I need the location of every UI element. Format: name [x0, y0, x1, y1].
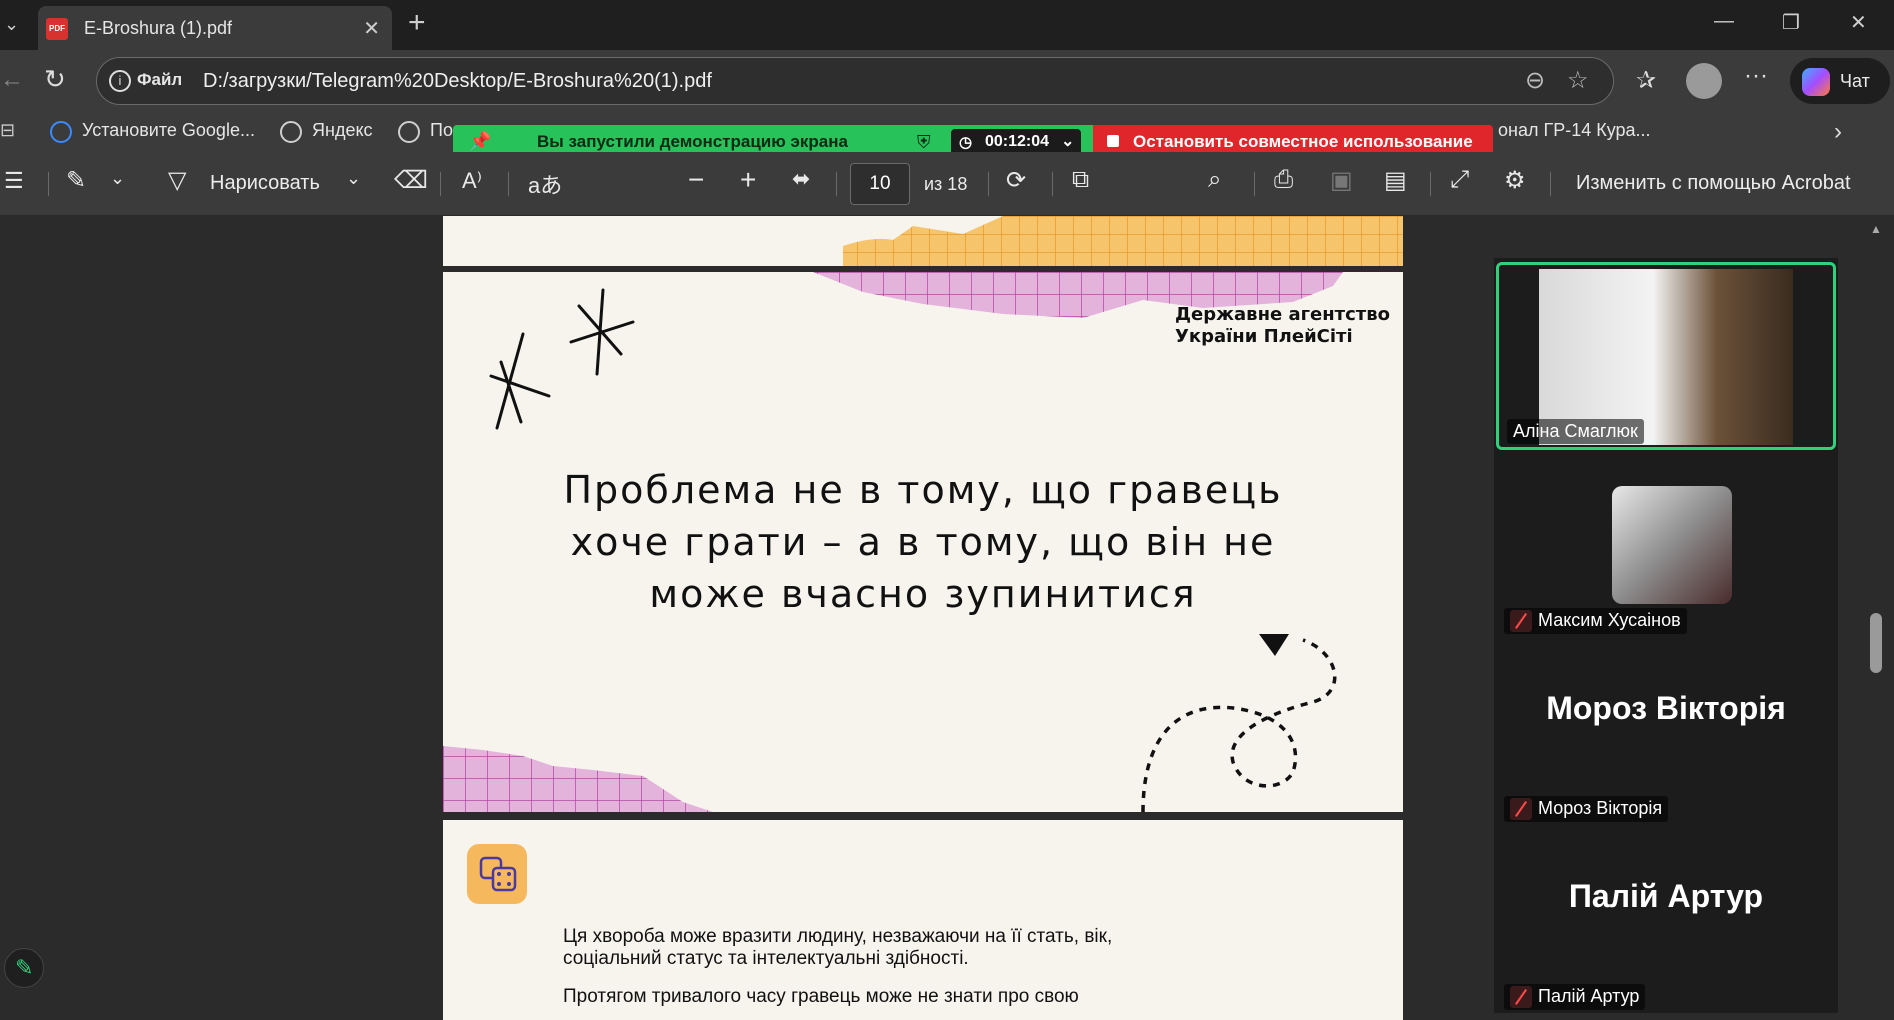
close-window-icon[interactable]: ✕ — [1850, 10, 1867, 35]
title-bar: ⌄ PDF E-Broshura (1).pdf ✕ + — ❐ ✕ — [0, 0, 1894, 50]
more-icon[interactable]: ··· — [1744, 62, 1768, 90]
address-bar[interactable]: i Файл D:/загрузки/Telegram%20Desktop/E-… — [96, 57, 1614, 105]
bookmark-journal[interactable]: онал ГР-14 Кура... — [1498, 120, 1651, 141]
share-message: Вы запустили демонстрацию экрана — [537, 132, 848, 151]
save-icon[interactable]: ▣ — [1330, 166, 1353, 195]
navigation-bar: ← ↻ i Файл D:/загрузки/Telegram%20Deskto… — [0, 50, 1894, 112]
pdf-page-next: Ця хвороба може вразити людину, незважаю… — [443, 820, 1403, 1020]
mic-off-icon — [1510, 610, 1532, 633]
eraser-icon[interactable]: ⌫ — [394, 166, 428, 195]
read-aloud-icon[interactable]: A⁾ — [462, 168, 482, 194]
scroll-up-icon[interactable]: ▲ — [1870, 222, 1882, 236]
fullscreen-icon[interactable]: ⤢ — [1450, 166, 1469, 194]
save-as-icon[interactable]: ▤ — [1384, 166, 1407, 195]
pen-icon: ✎ — [15, 955, 34, 980]
participant-tile[interactable]: Максим Хусаінов — [1496, 458, 1836, 638]
draw-icon[interactable]: ▽ — [168, 166, 186, 195]
participant-name-tag: Максим Хусаінов — [1504, 608, 1687, 635]
zoom-out-icon[interactable]: ⊖ — [1525, 66, 1545, 95]
edit-pen-button[interactable]: ✎ — [4, 948, 44, 988]
participant-name: Аліна Смаглюк — [1507, 419, 1644, 444]
pdf-page-previous — [443, 216, 1403, 266]
chevron-down-icon: ⌄ — [1061, 133, 1075, 150]
stop-icon — [1107, 135, 1119, 147]
pin-icon[interactable]: 📌 — [469, 131, 491, 152]
contents-icon[interactable]: ☰ — [4, 168, 24, 194]
pdf-toolbar: ☰ ✎ ⌄ ▽ Нарисовать ⌄ ⌫ A⁾ aあ − + ⬌ 10 из… — [0, 152, 1894, 216]
participant-display-name: Мороз Вікторія — [1546, 690, 1786, 726]
clock-icon: ◷ — [959, 134, 973, 151]
favorite-star-icon[interactable]: ☆ — [1567, 66, 1589, 95]
highlighter-icon[interactable]: ✎ — [66, 166, 86, 195]
copilot-icon — [1802, 68, 1830, 96]
page-total: из 18 — [924, 174, 968, 194]
scrollbar-thumb[interactable] — [1870, 613, 1882, 673]
pdf-page-current: Державне агентство України ПлейСіті Проб… — [443, 272, 1403, 812]
draw-button[interactable]: Нарисовать — [210, 172, 320, 195]
participant-tile-active[interactable]: Аліна Смаглюк — [1496, 262, 1836, 450]
star-decoration — [489, 288, 635, 430]
bookmark-yandex[interactable]: Яндекс — [312, 120, 373, 141]
quote-text: Проблема не в тому, що гравець хоче грат… — [563, 468, 1283, 616]
globe-icon — [280, 121, 302, 143]
participant-name-tag: Палій Артур — [1504, 984, 1646, 1011]
refresh-icon[interactable]: ↻ — [44, 64, 66, 95]
tab-pdf[interactable]: PDF E-Broshura (1).pdf ✕ — [38, 6, 392, 50]
mic-off-icon — [1510, 986, 1532, 1009]
shield-check-icon: ⛨ — [917, 132, 931, 152]
mic-off-icon — [1510, 798, 1532, 821]
file-label: Файл — [137, 70, 183, 89]
agency-name: Державне агентство України ПлейСіті — [1175, 304, 1390, 347]
participant-display-name: Палій Артур — [1568, 878, 1764, 914]
page-view-icon[interactable]: ⧉ — [1072, 166, 1089, 194]
video-call-panel: Аліна Смаглюк Максим Хусаінов Мороз Вікт… — [1494, 258, 1838, 1013]
zoom-in-button[interactable]: + — [740, 164, 756, 196]
edit-acrobat-button[interactable]: Изменить с помощью Acrobat — [1576, 172, 1851, 195]
timer-value: 00:12:04 — [985, 133, 1050, 150]
print-icon[interactable]: ⎙ — [1274, 166, 1293, 194]
back-icon[interactable]: ← — [0, 66, 24, 94]
fit-width-icon[interactable]: ⬌ — [792, 166, 810, 192]
globe-icon — [398, 121, 420, 143]
pdf-icon: PDF — [46, 18, 68, 40]
translate-icon[interactable]: aあ — [528, 168, 562, 200]
google-icon — [50, 121, 72, 143]
chevron-down-icon[interactable]: ⌄ — [346, 168, 361, 189]
participant-tile[interactable]: Мороз Вікторія Мороз Вікторія — [1496, 646, 1836, 826]
dice-icon — [467, 844, 527, 904]
zoom-out-button[interactable]: − — [688, 164, 704, 196]
orange-grid-decoration — [843, 216, 1403, 266]
body-paragraph-2: Протягом тривалого часу гравець може не … — [563, 986, 1079, 1007]
tab-list-chevron-icon[interactable]: ⌄ — [4, 14, 19, 35]
tab-title: E-Broshura (1).pdf — [84, 18, 233, 38]
minimize-icon[interactable]: — — [1714, 10, 1734, 33]
chevron-down-icon[interactable]: ⌄ — [110, 168, 125, 189]
copilot-label: Чат — [1840, 71, 1870, 91]
url-text[interactable]: D:/загрузки/Telegram%20Desktop/E-Broshur… — [203, 70, 712, 93]
body-paragraph-1: Ця хвороба може вразити людину, незважаю… — [563, 926, 1113, 969]
apps-icon[interactable]: ⊟ — [0, 120, 15, 141]
new-tab-button[interactable]: + — [408, 6, 426, 40]
profile-avatar[interactable] — [1686, 63, 1722, 99]
bookmark-google[interactable]: Установите Google... — [82, 120, 255, 141]
restore-icon[interactable]: ❐ — [1782, 10, 1800, 35]
participant-avatar — [1612, 486, 1732, 604]
participant-tile[interactable]: Палій Артур Палій Артур — [1496, 834, 1836, 1014]
info-icon[interactable]: i — [109, 70, 131, 92]
bookmark-po[interactable]: По — [430, 120, 453, 141]
stop-sharing-label: Остановить совместное использование — [1133, 132, 1473, 151]
close-tab-icon[interactable]: ✕ — [363, 16, 380, 41]
chevron-right-icon[interactable]: › — [1834, 118, 1842, 146]
rotate-icon[interactable]: ⟳ — [1006, 166, 1026, 195]
participant-name-tag: Мороз Вікторія — [1504, 796, 1669, 823]
page-number-input[interactable]: 10 — [850, 163, 910, 205]
settings-gear-icon[interactable]: ⚙ — [1504, 166, 1526, 195]
favorites-icon[interactable]: ✰ — [1636, 66, 1656, 95]
search-icon[interactable]: ⌕ — [1208, 166, 1221, 194]
copilot-button[interactable]: Чат — [1790, 58, 1890, 104]
